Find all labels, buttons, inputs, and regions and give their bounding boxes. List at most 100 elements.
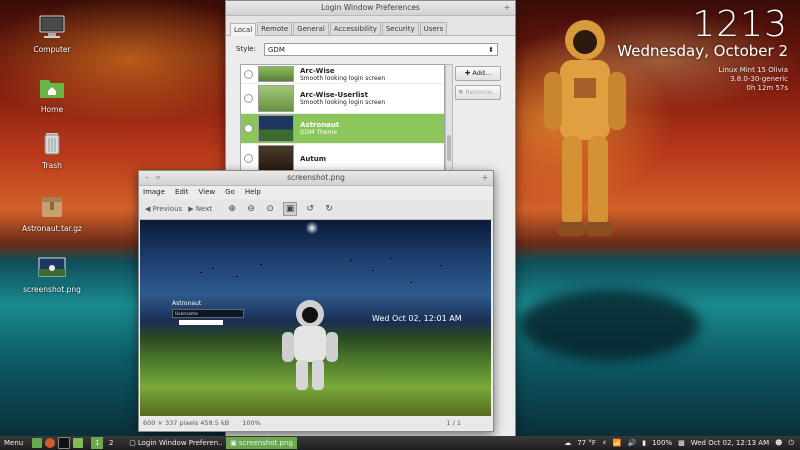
desktop-icon-home[interactable]: Home <box>17 74 87 114</box>
desktop-icon-trash[interactable]: Trash <box>17 130 87 170</box>
theme-radio[interactable] <box>244 69 253 79</box>
arrow-left-icon: ◀ <box>145 205 153 213</box>
tab-general[interactable]: General <box>293 22 329 35</box>
login-prefs-titlebar[interactable]: Login Window Preferences + <box>226 1 515 16</box>
theme-thumbnail <box>258 85 294 112</box>
workspace-2[interactable]: 2 <box>105 437 117 449</box>
terminal-icon[interactable] <box>58 437 71 449</box>
theme-radio[interactable] <box>244 154 253 163</box>
theme-thumbnail <box>258 145 294 172</box>
tab-users[interactable]: Users <box>419 22 448 35</box>
tab-remote[interactable]: Remote <box>257 22 293 35</box>
add-theme-label: Add... <box>472 69 492 77</box>
bird-shape <box>390 258 392 259</box>
battery-icon[interactable]: ▮ <box>642 436 646 450</box>
clock-desklet: 1213 Wednesday, October 2 Linux Mint 15 … <box>617 6 788 93</box>
zoom-in-icon[interactable]: ⊕ <box>226 203 238 215</box>
login-prefs-tabs: Local Remote General Accessibility Secur… <box>226 16 515 36</box>
clock-date: Wednesday, October 2 <box>617 42 788 60</box>
theme-row-astronaut[interactable]: Astronaut GDM Theme <box>241 114 444 144</box>
taskbar: Menu 1 2 ▢ Login Window Preferen... ▣ scre… <box>0 436 800 450</box>
volume-icon[interactable]: 🔊 <box>628 436 637 450</box>
theme-desc: Smooth looking login screen <box>300 99 386 106</box>
maximize-icon[interactable]: + <box>502 1 512 15</box>
battery-level[interactable]: 100% <box>652 436 672 450</box>
task-label: Login Window Preferen... <box>137 439 224 447</box>
theme-row-arc-wise[interactable]: Arc-Wise Smooth looking login screen <box>241 65 444 84</box>
files-icon[interactable] <box>73 438 84 448</box>
menu-go[interactable]: Go <box>225 186 235 199</box>
shrink-icon[interactable]: ▫ <box>153 171 163 185</box>
theme-radio[interactable] <box>244 94 253 103</box>
user-icon[interactable]: ☻ <box>775 436 782 450</box>
menu-button[interactable]: Menu <box>4 436 23 450</box>
zoom-fit-icon[interactable]: ▣ <box>283 202 298 216</box>
desktop-icon-label: Trash <box>42 161 62 170</box>
username-input-preview <box>179 320 223 325</box>
image-canvas: Astronaut Username Wed Oct 02, 12:01 AM <box>140 220 491 416</box>
bird-shape <box>236 276 238 277</box>
remove-theme-button[interactable]: ✖ Remove... <box>455 85 501 100</box>
theme-row-arc-wise-userlist[interactable]: Arc-Wise-Userlist Smooth looking login sc… <box>241 84 444 114</box>
add-theme-button[interactable]: ✚ Add... <box>455 66 501 81</box>
bluetooth-icon[interactable]: ⚡ <box>602 436 607 450</box>
dropdown-arrow-icon: ⬍ <box>488 46 494 54</box>
show-desktop-icon[interactable] <box>32 438 43 448</box>
menu-edit[interactable]: Edit <box>175 186 189 199</box>
astronaut-figure <box>282 300 338 390</box>
image-icon: ▣ <box>230 439 237 447</box>
maximize-icon[interactable]: + <box>480 171 490 185</box>
workspace-1[interactable]: 1 <box>91 437 104 449</box>
image-viewer-menubar: Image Edit View Go Help <box>139 186 493 199</box>
weather-icon[interactable]: ☁ <box>564 436 571 450</box>
menu-view[interactable]: View <box>199 186 216 199</box>
task-login-window-prefs[interactable]: ▢ Login Window Preferen... <box>125 437 223 449</box>
task-label: screenshot.png <box>238 439 293 447</box>
username-label: Username <box>175 312 198 317</box>
window-title: Login Window Preferences <box>321 3 420 12</box>
scrollbar-thumb[interactable] <box>447 135 451 161</box>
theme-name: Arc-Wise <box>300 66 335 75</box>
tab-accessibility[interactable]: Accessibility <box>329 22 381 35</box>
zoom-out-icon[interactable]: ⊖ <box>245 203 257 215</box>
style-dropdown-value: GDM <box>268 46 285 54</box>
zoom-normal-icon[interactable]: ⊙ <box>264 203 276 215</box>
minimize-icon[interactable]: – <box>142 171 152 185</box>
firefox-icon[interactable] <box>45 438 56 448</box>
network-icon[interactable]: 📶 <box>613 436 622 450</box>
rotate-right-icon[interactable]: ↻ <box>323 203 335 215</box>
tab-local[interactable]: Local <box>230 23 257 36</box>
theme-list-scrollbar[interactable] <box>445 64 453 176</box>
previous-button[interactable]: ◀ Previous <box>145 205 182 213</box>
next-button[interactable]: ▶ Next <box>188 205 212 213</box>
desktop-icon-computer[interactable]: Computer <box>17 14 87 54</box>
tab-security[interactable]: Security <box>381 22 419 35</box>
menu-image[interactable]: Image <box>143 186 165 199</box>
image-dimensions: 600 × 337 pixels 458.5 kB <box>143 419 230 427</box>
bird-shape <box>200 272 202 273</box>
style-dropdown[interactable]: GDM ⬍ <box>264 43 498 56</box>
bird-shape <box>350 260 352 261</box>
menu-help[interactable]: Help <box>245 186 261 199</box>
previous-label: Previous <box>152 205 183 213</box>
image-viewer-toolbar: ◀ Previous ▶ Next ⊕ ⊖ ⊙ ▣ ↺ ↻ <box>139 199 493 220</box>
theme-thumbnail <box>258 66 294 82</box>
update-icon[interactable]: ▩ <box>678 436 685 450</box>
theme-radio-selected[interactable] <box>244 124 253 133</box>
trash-icon <box>44 133 60 155</box>
panel-clock[interactable]: Wed Oct 02, 12:13 AM <box>691 436 769 450</box>
theme-name: Arc-Wise-Userlist <box>300 91 368 99</box>
system-tray: ☁ 77 °F ⚡ 📶 🔊 ▮ 100% ▩ Wed Oct 02, 12:13… <box>564 436 800 450</box>
image-viewer-titlebar[interactable]: – ▫ screenshot.png + <box>139 171 493 186</box>
desktop-icon-screenshot[interactable]: screenshot.png <box>17 254 87 294</box>
desktop-icon-archive[interactable]: Astronaut.tar.gz <box>17 193 87 233</box>
temperature[interactable]: 77 °F <box>577 436 596 450</box>
power-icon[interactable]: ⏻ <box>788 436 794 450</box>
task-screenshot[interactable]: ▣ screenshot.png <box>226 437 297 449</box>
archive-icon <box>42 197 62 217</box>
home-folder-icon <box>40 80 64 98</box>
rotate-left-icon[interactable]: ↺ <box>304 203 316 215</box>
remove-theme-label: Remove... <box>465 88 499 96</box>
system-info-kernel: 3.8.0-30-generic <box>730 75 788 83</box>
login-name: Astronaut <box>172 300 202 307</box>
